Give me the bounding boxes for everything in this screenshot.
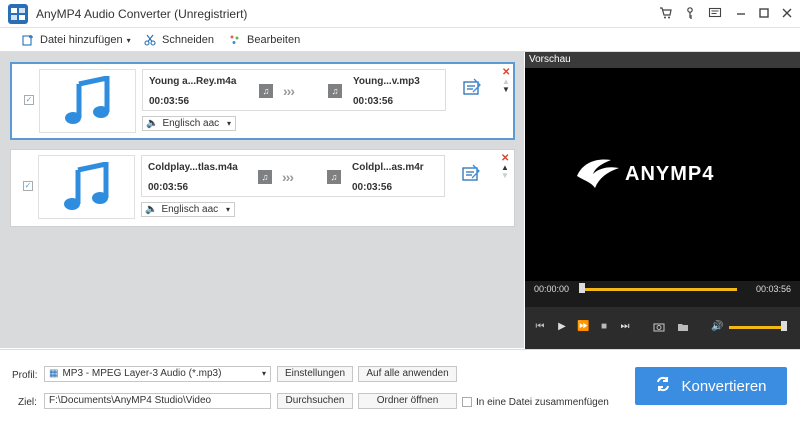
convert-label: Konvertieren <box>681 377 767 395</box>
fast-forward-icon[interactable]: ⏩ <box>577 321 589 333</box>
add-file-icon <box>22 34 34 46</box>
preview-panel: Vorschau ANYMP4 00:00:00 00:03:56 ⏮ ▶ ⏩ … <box>525 52 800 349</box>
move-down-icon[interactable]: ▼ <box>501 171 509 180</box>
target-path-input[interactable]: F:\Documents\AnyMP4 Studio\Video <box>44 393 271 409</box>
convert-arrow-icon: ››› <box>283 83 295 99</box>
chevron-down-icon: ▾ <box>126 35 131 45</box>
app-title: AnyMP4 Audio Converter (Unregistriert) <box>36 7 248 21</box>
audio-track-value: Englisch aac <box>162 118 220 129</box>
speaker-icon: 🔈 <box>145 204 158 215</box>
seek-bar[interactable] <box>581 288 737 291</box>
previous-icon[interactable]: ⏮ <box>534 321 546 333</box>
audio-track-value: Englisch aac <box>161 204 219 215</box>
effects-icon <box>229 34 241 46</box>
convert-button[interactable]: Konvertieren <box>635 367 787 405</box>
scissors-icon <box>144 34 156 46</box>
settings-button[interactable]: Einstellungen <box>277 366 353 382</box>
convert-arrow-icon: ››› <box>282 169 294 185</box>
current-time: 00:00:00 <box>534 284 570 294</box>
volume-slider[interactable] <box>729 326 787 329</box>
app-logo-icon <box>8 4 28 24</box>
file-info-box: Young a...Rey.m4a 00:03:56 ♫ ››› ♫ Young… <box>142 69 446 111</box>
toolbar: Datei hinzufügen ▾ Schneiden Bearbeiten <box>0 28 800 52</box>
source-duration: 00:03:56 <box>149 96 190 107</box>
snapshot-icon[interactable] <box>653 321 665 333</box>
stop-icon[interactable]: ■ <box>598 321 610 333</box>
profile-label: Profil: <box>12 370 38 381</box>
chevron-down-icon: ▾ <box>261 369 266 378</box>
source-file-name: Young a...Rey.m4a <box>149 76 237 87</box>
audio-track-select[interactable]: 🔈 Englisch aac ▾ <box>141 202 235 217</box>
target-audio-icon: ♫ <box>328 84 342 98</box>
file-checkbox[interactable]: ✓ <box>24 95 34 105</box>
music-note-icon <box>63 162 108 210</box>
file-info-box: Coldplay...tlas.m4a 00:03:56 ♫ ››› ♫ Col… <box>141 155 445 197</box>
total-time: 00:03:56 <box>755 284 791 294</box>
preview-screen: ANYMP4 <box>525 68 800 281</box>
output-settings-icon[interactable] <box>461 164 481 184</box>
key-icon[interactable] <box>682 6 698 22</box>
play-icon[interactable]: ▶ <box>556 321 568 333</box>
brand-text: ANYMP4 <box>625 162 715 185</box>
anymp4-logo-icon <box>577 159 619 188</box>
seek-handle[interactable] <box>579 283 585 293</box>
playback-controls: ⏮ ▶ ⏩ ■ ⏭ 🔊 <box>525 307 800 349</box>
target-file-name: Coldpl...as.m4r <box>352 162 424 173</box>
file-thumbnail <box>38 155 135 219</box>
cut-button[interactable]: Schneiden <box>144 33 214 47</box>
maximize-icon[interactable] <box>756 6 772 22</box>
source-audio-icon: ♫ <box>259 84 273 98</box>
bottom-panel: Profil: ▦ MP3 - MPEG Layer-3 Audio (*.mp3… <box>0 349 800 429</box>
next-icon[interactable]: ⏭ <box>619 321 631 333</box>
target-duration: 00:03:56 <box>352 182 393 193</box>
file-list: ✓ Young a...Rey.m4a 00:03:56 ♫ ››› ♫ You… <box>0 52 524 348</box>
target-file-name: Young...v.mp3 <box>353 76 420 87</box>
add-file-button[interactable]: Datei hinzufügen ▾ <box>22 33 131 47</box>
add-file-label: Datei hinzufügen <box>40 34 123 46</box>
music-file-icon: ▦ <box>49 368 59 379</box>
file-item[interactable]: ✓ Young a...Rey.m4a 00:03:56 ♫ ››› ♫ You… <box>10 62 515 140</box>
speaker-icon: 🔈 <box>146 118 159 129</box>
chevron-down-icon: ▾ <box>225 205 230 214</box>
file-checkbox[interactable]: ✓ <box>23 181 33 191</box>
audio-track-select[interactable]: 🔈 Englisch aac ▾ <box>142 116 236 131</box>
title-bar: AnyMP4 Audio Converter (Unregistriert) <box>0 0 800 28</box>
close-icon[interactable] <box>779 6 795 22</box>
target-audio-icon: ♫ <box>327 170 341 184</box>
source-audio-icon: ♫ <box>258 170 272 184</box>
chevron-down-icon: ▾ <box>226 119 231 128</box>
profile-select[interactable]: ▦ MP3 - MPEG Layer-3 Audio (*.mp3) ▾ <box>44 366 271 382</box>
brand-logo: ANYMP4 <box>573 154 714 194</box>
cut-label: Schneiden <box>162 34 214 46</box>
profile-value: MP3 - MPEG Layer-3 Audio (*.mp3) <box>62 368 222 379</box>
browse-button[interactable]: Durchsuchen <box>277 393 353 409</box>
source-file-name: Coldplay...tlas.m4a <box>148 162 238 173</box>
convert-icon <box>655 376 671 397</box>
volume-icon[interactable]: 🔊 <box>711 321 723 333</box>
file-item[interactable]: ✓ Coldplay...tlas.m4a 00:03:56 ♫ ››› ♫ C… <box>10 149 515 227</box>
volume-handle[interactable] <box>781 321 787 331</box>
output-settings-icon[interactable] <box>462 78 482 98</box>
move-down-icon[interactable]: ▼ <box>502 85 510 94</box>
feedback-icon[interactable] <box>707 6 723 22</box>
merge-checkbox[interactable] <box>462 397 472 407</box>
folder-icon[interactable] <box>677 321 689 333</box>
preview-title: Vorschau <box>525 52 800 68</box>
file-thumbnail <box>39 69 136 133</box>
merge-label: In eine Datei zusammenfügen <box>476 397 609 408</box>
edit-label: Bearbeiten <box>247 34 301 46</box>
target-label: Ziel: <box>18 397 37 408</box>
apply-all-button[interactable]: Auf alle anwenden <box>358 366 457 382</box>
source-duration: 00:03:56 <box>148 182 189 193</box>
music-note-icon <box>64 76 109 124</box>
open-folder-button[interactable]: Ordner öffnen <box>358 393 457 409</box>
edit-button[interactable]: Bearbeiten <box>229 33 300 47</box>
target-duration: 00:03:56 <box>353 96 394 107</box>
cart-icon[interactable] <box>658 6 674 22</box>
minimize-icon[interactable] <box>733 6 749 22</box>
